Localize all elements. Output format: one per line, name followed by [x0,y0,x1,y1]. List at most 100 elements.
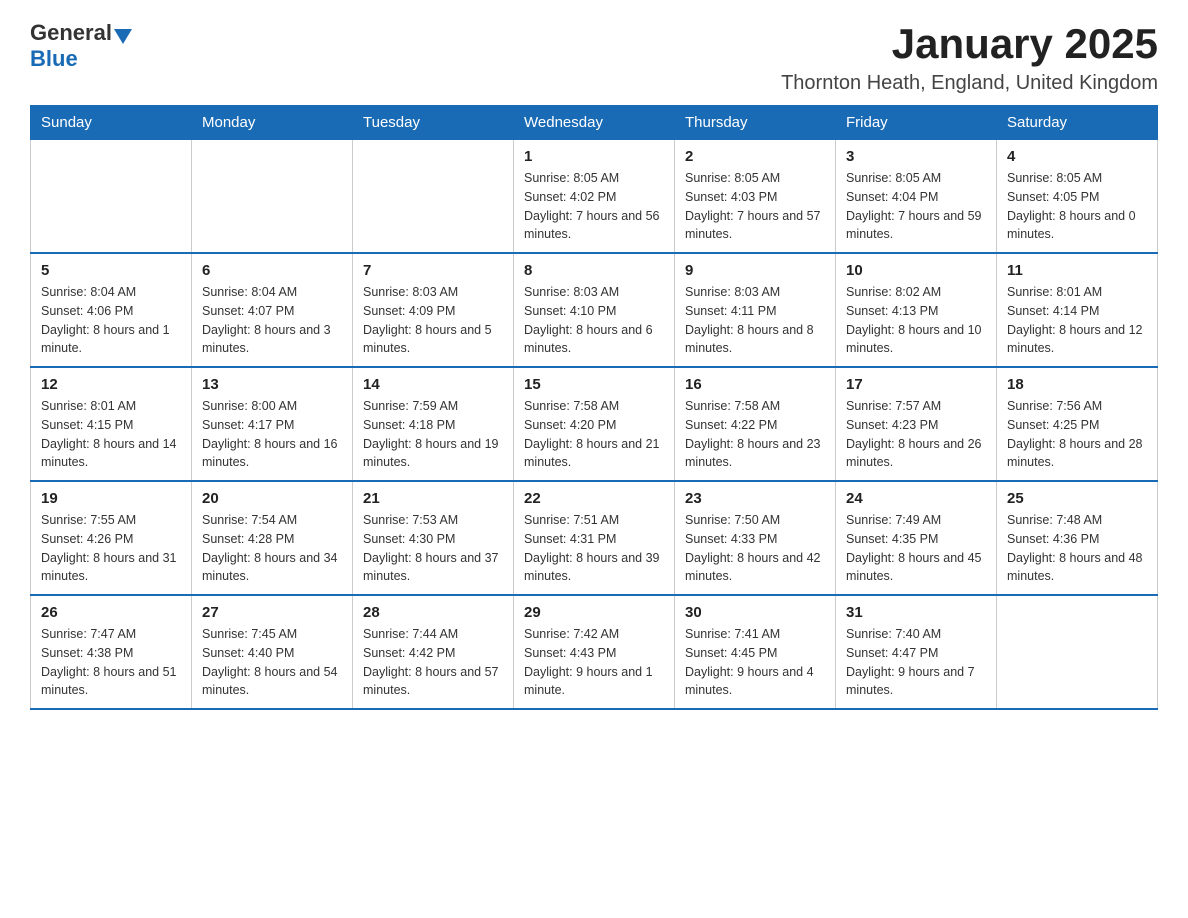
week-row-4: 19Sunrise: 7:55 AMSunset: 4:26 PMDayligh… [31,481,1158,595]
day-cell-6: 6Sunrise: 8:04 AMSunset: 4:07 PMDaylight… [192,253,353,367]
day-number: 9 [685,262,825,279]
day-number: 28 [363,604,503,621]
day-cell-11: 11Sunrise: 8:01 AMSunset: 4:14 PMDayligh… [997,253,1158,367]
day-info: Sunrise: 7:51 AMSunset: 4:31 PMDaylight:… [524,511,664,586]
day-number: 13 [202,376,342,393]
day-info: Sunrise: 8:05 AMSunset: 4:04 PMDaylight:… [846,169,986,244]
header-monday: Monday [192,106,353,140]
day-number: 18 [1007,376,1147,393]
day-cell-10: 10 Sunrise: 8:02 AMSunset: 4:13 PMDayligh… [836,253,997,367]
day-number: 20 [202,490,342,507]
day-number: 17 [846,376,986,393]
day-number: 6 [202,262,342,279]
day-info: Sunrise: 7:59 AMSunset: 4:18 PMDaylight:… [363,397,503,472]
empty-cell [353,140,514,254]
day-info: Sunrise: 8:04 AMSunset: 4:06 PMDaylight:… [41,283,181,358]
day-info: Sunrise: 7:47 AMSunset: 4:38 PMDaylight:… [41,625,181,700]
subtitle: Thornton Heath, England, United Kingdom [781,72,1158,95]
day-number: 7 [363,262,503,279]
day-info: Sunrise: 8:02 AMSunset: 4:13 PMDaylight:… [846,283,986,358]
day-cell-8: 8 Sunrise: 8:03 AMSunset: 4:10 PMDaylight… [514,253,675,367]
day-number: 23 [685,490,825,507]
day-number: 10 [846,262,986,279]
header-thursday: Thursday [675,106,836,140]
title-area: January 2025 Thornton Heath, England, Un… [781,20,1158,95]
calendar: SundayMondayTuesdayWednesdayThursdayFrid… [30,105,1158,710]
day-number: 4 [1007,148,1147,165]
empty-cell [997,595,1158,709]
day-number: 29 [524,604,664,621]
day-info: Sunrise: 7:54 AMSunset: 4:28 PMDaylight:… [202,511,342,586]
day-number: 25 [1007,490,1147,507]
day-info: Sunrise: 8:01 AMSunset: 4:15 PMDaylight:… [41,397,181,472]
day-cell-21: 21Sunrise: 7:53 AMSunset: 4:30 PMDayligh… [353,481,514,595]
day-info: Sunrise: 7:44 AMSunset: 4:42 PMDaylight:… [363,625,503,700]
day-info: Sunrise: 7:50 AMSunset: 4:33 PMDaylight:… [685,511,825,586]
day-number: 3 [846,148,986,165]
day-info: Sunrise: 7:45 AMSunset: 4:40 PMDaylight:… [202,625,342,700]
header-sunday: Sunday [31,106,192,140]
day-cell-7: 7 Sunrise: 8:03 AMSunset: 4:09 PMDaylight… [353,253,514,367]
week-row-1: 1Sunrise: 8:05 AMSunset: 4:02 PMDaylight… [31,140,1158,254]
empty-cell [192,140,353,254]
day-cell-16: 16Sunrise: 7:58 AMSunset: 4:22 PMDayligh… [675,367,836,481]
day-cell-18: 18 Sunrise: 7:56 AMSunset: 4:25 PMDayligh… [997,367,1158,481]
day-number: 27 [202,604,342,621]
day-number: 8 [524,262,664,279]
day-info: Sunrise: 8:03 AMSunset: 4:09 PMDaylight:… [363,283,503,358]
day-number: 11 [1007,262,1147,279]
logo-blue: Blue [30,46,78,72]
week-row-2: 5Sunrise: 8:04 AMSunset: 4:06 PMDaylight… [31,253,1158,367]
day-info: Sunrise: 7:58 AMSunset: 4:22 PMDaylight:… [685,397,825,472]
day-cell-2: 2Sunrise: 8:05 AMSunset: 4:03 PMDaylight… [675,140,836,254]
header-wednesday: Wednesday [514,106,675,140]
day-info: Sunrise: 7:48 AMSunset: 4:36 PMDaylight:… [1007,511,1147,586]
day-info: Sunrise: 8:03 AMSunset: 4:10 PMDaylight:… [524,283,664,358]
day-info: Sunrise: 8:00 AMSunset: 4:17 PMDaylight:… [202,397,342,472]
calendar-header-row: SundayMondayTuesdayWednesdayThursdayFrid… [31,106,1158,140]
logo-triangle-icon [114,29,132,44]
day-number: 1 [524,148,664,165]
logo: General Blue [30,20,132,72]
day-cell-1: 1Sunrise: 8:05 AMSunset: 4:02 PMDaylight… [514,140,675,254]
day-cell-24: 24 Sunrise: 7:49 AMSunset: 4:35 PMDayligh… [836,481,997,595]
day-number: 19 [41,490,181,507]
day-cell-20: 20 Sunrise: 7:54 AMSunset: 4:28 PMDayligh… [192,481,353,595]
day-info: Sunrise: 8:05 AMSunset: 4:05 PMDaylight:… [1007,169,1147,244]
day-number: 14 [363,376,503,393]
day-cell-5: 5Sunrise: 8:04 AMSunset: 4:06 PMDaylight… [31,253,192,367]
day-cell-26: 26 Sunrise: 7:47 AMSunset: 4:38 PMDayligh… [31,595,192,709]
logo-general: General [30,20,112,46]
day-cell-25: 25 Sunrise: 7:48 AMSunset: 4:36 PMDayligh… [997,481,1158,595]
day-info: Sunrise: 7:56 AMSunset: 4:25 PMDaylight:… [1007,397,1147,472]
day-number: 26 [41,604,181,621]
header: General Blue January 2025 Thornton Heath… [30,20,1158,95]
day-cell-9: 9 Sunrise: 8:03 AMSunset: 4:11 PMDaylight… [675,253,836,367]
day-cell-13: 13 Sunrise: 8:00 AMSunset: 4:17 PMDayligh… [192,367,353,481]
day-cell-27: 27 Sunrise: 7:45 AMSunset: 4:40 PMDayligh… [192,595,353,709]
page-title: January 2025 [781,20,1158,68]
day-number: 22 [524,490,664,507]
day-cell-31: 31Sunrise: 7:40 AMSunset: 4:47 PMDayligh… [836,595,997,709]
day-number: 2 [685,148,825,165]
day-info: Sunrise: 7:41 AMSunset: 4:45 PMDaylight:… [685,625,825,700]
day-info: Sunrise: 7:57 AMSunset: 4:23 PMDaylight:… [846,397,986,472]
day-info: Sunrise: 7:49 AMSunset: 4:35 PMDaylight:… [846,511,986,586]
week-row-3: 12 Sunrise: 8:01 AMSunset: 4:15 PMDayligh… [31,367,1158,481]
day-info: Sunrise: 7:58 AMSunset: 4:20 PMDaylight:… [524,397,664,472]
day-cell-30: 30Sunrise: 7:41 AMSunset: 4:45 PMDayligh… [675,595,836,709]
day-info: Sunrise: 7:42 AMSunset: 4:43 PMDaylight:… [524,625,664,700]
header-friday: Friday [836,106,997,140]
day-number: 15 [524,376,664,393]
day-number: 12 [41,376,181,393]
day-cell-23: 23 Sunrise: 7:50 AMSunset: 4:33 PMDayligh… [675,481,836,595]
day-info: Sunrise: 8:03 AMSunset: 4:11 PMDaylight:… [685,283,825,358]
day-number: 31 [846,604,986,621]
day-cell-4: 4 Sunrise: 8:05 AMSunset: 4:05 PMDaylight… [997,140,1158,254]
day-cell-29: 29 Sunrise: 7:42 AMSunset: 4:43 PMDayligh… [514,595,675,709]
week-row-5: 26 Sunrise: 7:47 AMSunset: 4:38 PMDayligh… [31,595,1158,709]
day-cell-15: 15 Sunrise: 7:58 AMSunset: 4:20 PMDayligh… [514,367,675,481]
day-number: 24 [846,490,986,507]
header-saturday: Saturday [997,106,1158,140]
day-number: 21 [363,490,503,507]
